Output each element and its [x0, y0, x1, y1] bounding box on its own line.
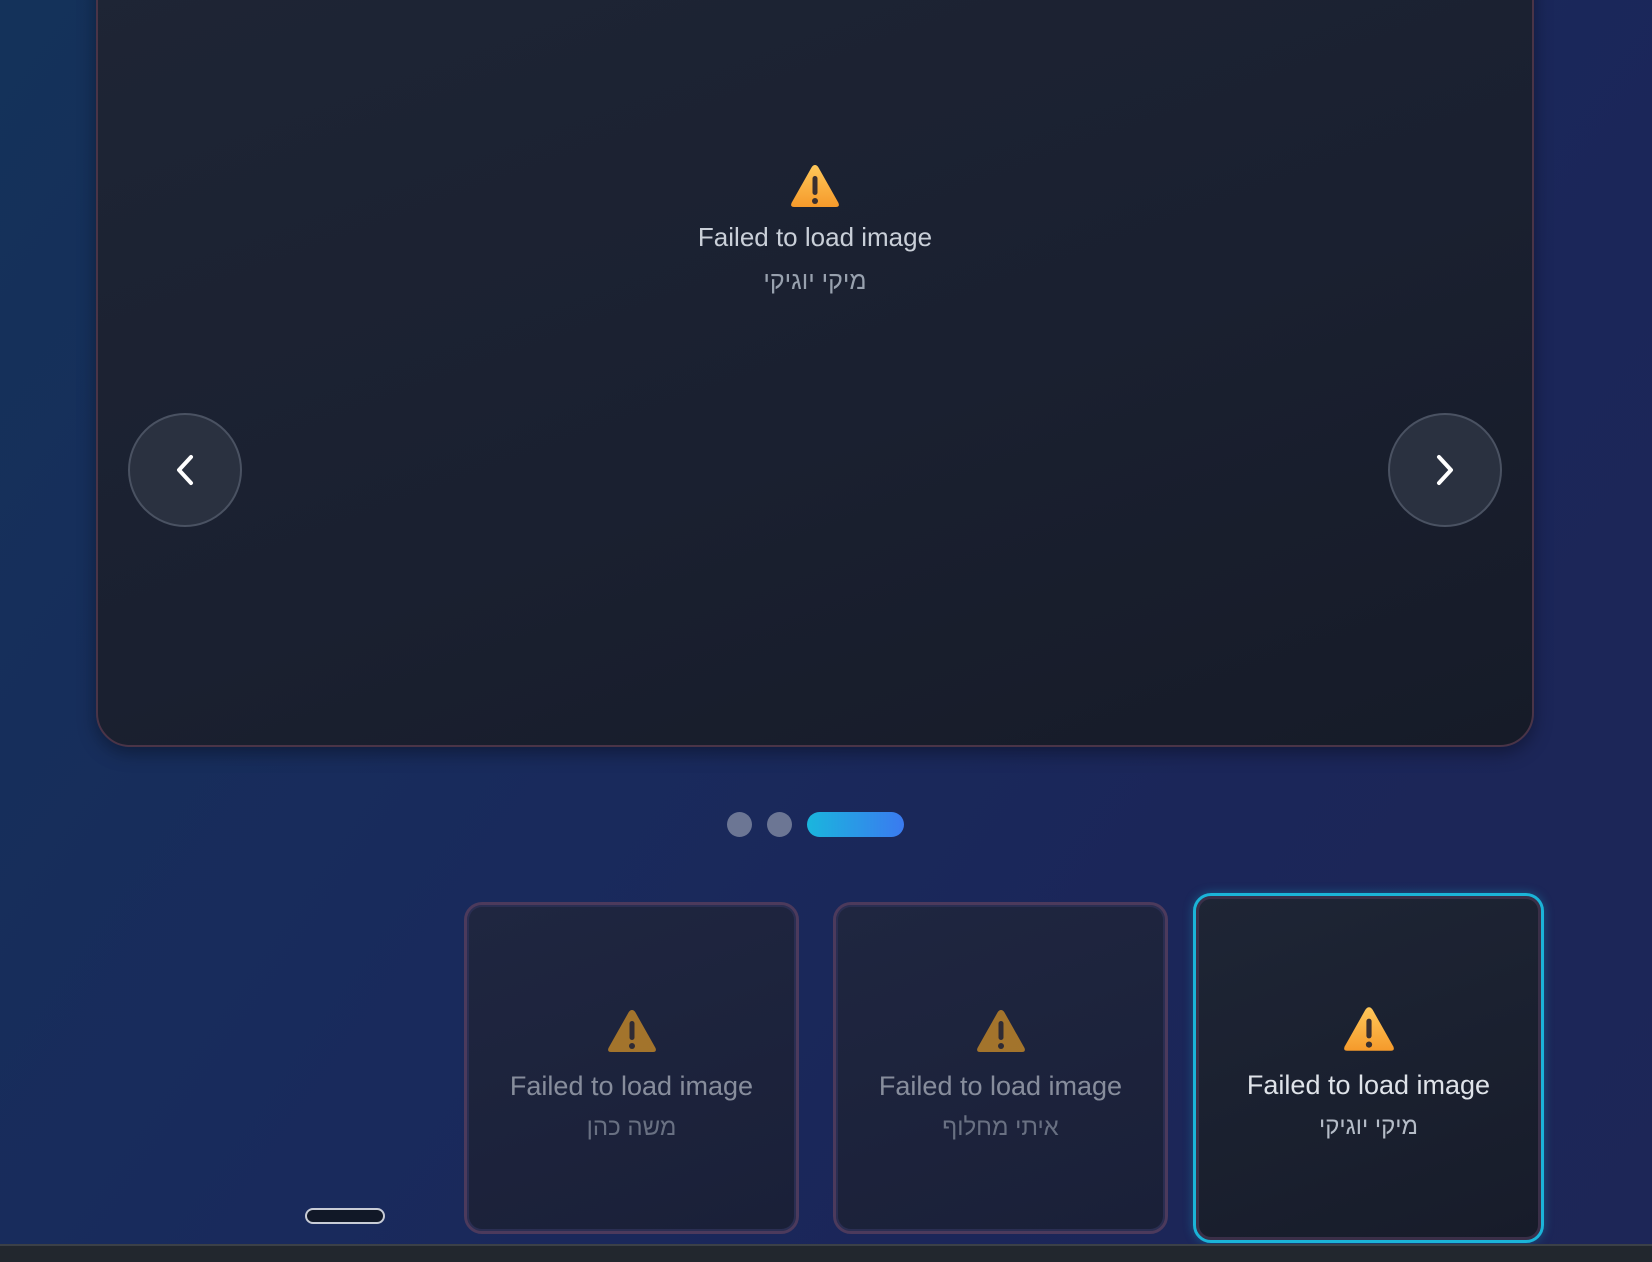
window-bottom-edge: [0, 1244, 1652, 1262]
error-name: משה כהן: [586, 1114, 677, 1141]
warning-icon: [607, 1010, 656, 1052]
prev-button[interactable]: [128, 413, 242, 527]
warning-icon: [791, 165, 839, 207]
error-name: מיקי יוגיקי: [1318, 1113, 1419, 1140]
thumbnail-error: Failed to load image איתי מחלוף: [836, 1007, 1165, 1143]
warning-icon: [976, 1010, 1025, 1052]
pagination-dot-3-active[interactable]: [807, 812, 904, 837]
thumbnail-3-selected[interactable]: Failed to load image מיקי יוגיקי: [1193, 893, 1544, 1243]
error-title: Failed to load image: [878, 1071, 1123, 1101]
pagination-dot-1[interactable]: [727, 812, 752, 837]
error-name: איתי מחלוף: [942, 1114, 1059, 1141]
thumbnail-error: Failed to load image מיקי יוגיקי: [1196, 1004, 1541, 1142]
error-title: Failed to load image: [697, 222, 933, 252]
error-title: Failed to load image: [509, 1071, 754, 1101]
next-button[interactable]: [1388, 413, 1502, 527]
thumbnail-2[interactable]: Failed to load image איתי מחלוף: [833, 902, 1168, 1234]
pagination-dots: [727, 812, 904, 837]
error-name: מיקי יוגיקי: [763, 267, 867, 295]
main-error-message: Failed to load image מיקי יוגיקי: [98, 162, 1532, 296]
main-image-viewer: Failed to load image מיקי יוגיקי: [96, 0, 1534, 747]
pagination-dot-2[interactable]: [767, 812, 792, 837]
thumbnail-1[interactable]: Failed to load image משה כהן: [464, 902, 799, 1234]
error-title: Failed to load image: [1246, 1070, 1491, 1100]
warning-icon: [1343, 1007, 1394, 1051]
chevron-right-icon: [1437, 455, 1453, 485]
thumbnail-error: Failed to load image משה כהן: [467, 1007, 796, 1143]
thumbnail-scroll-indicator[interactable]: [305, 1208, 385, 1224]
chevron-left-icon: [177, 455, 193, 485]
